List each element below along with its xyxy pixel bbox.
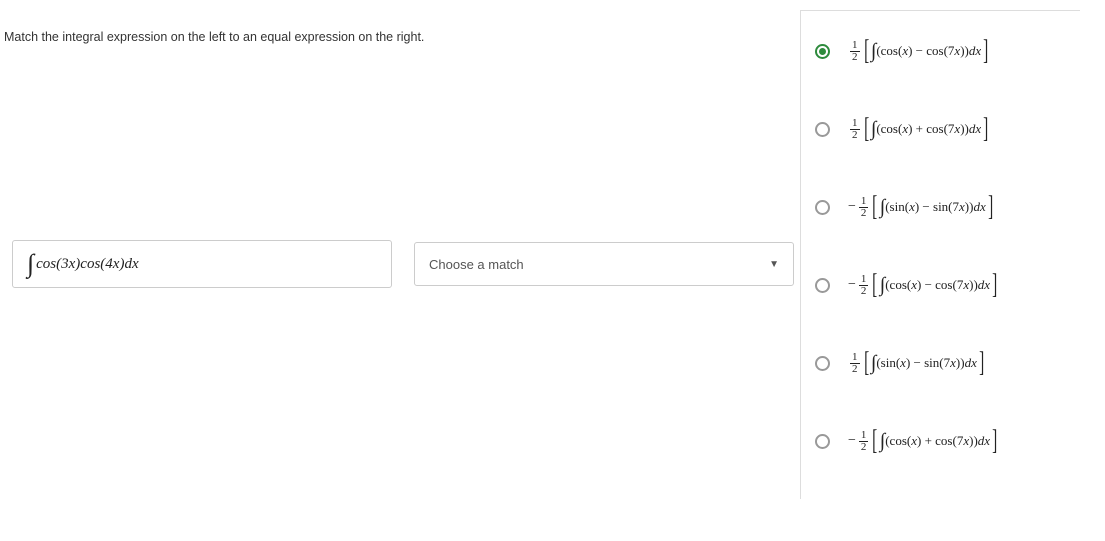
option-formula: − 12 [∫ (sin(x) − sin(7x))dx ] <box>848 196 995 219</box>
dropdown-placeholder: Choose a match <box>429 257 524 272</box>
match-dropdown[interactable]: Choose a match ▼ <box>414 242 794 286</box>
match-row: ∫ cos(3x)cos(4x)dx Choose a match ▼ <box>12 240 794 288</box>
option-formula: 12 [∫ (cos(x) + cos(7x))dx ] <box>848 118 990 141</box>
option-row[interactable]: 12 [∫ (sin(x) − sin(7x))dx ] <box>801 343 1080 383</box>
left-expression-text: cos(3x)cos(4x)dx <box>36 256 139 273</box>
integral-icon: ∫ <box>27 249 34 279</box>
option-row[interactable]: − 12 [∫ (cos(x) − cos(7x))dx ] <box>801 265 1080 305</box>
radio-icon[interactable] <box>815 200 830 215</box>
radio-icon[interactable] <box>815 434 830 449</box>
left-expression-box: ∫ cos(3x)cos(4x)dx <box>12 240 392 288</box>
option-formula: 12 [∫ (cos(x) − cos(7x))dx ] <box>848 40 990 63</box>
radio-icon[interactable] <box>815 122 830 137</box>
option-row[interactable]: 12 [∫ (cos(x) − cos(7x))dx ] <box>801 31 1080 71</box>
radio-icon[interactable] <box>815 44 830 59</box>
option-formula: − 12 [∫ (cos(x) + cos(7x))dx ] <box>848 430 999 453</box>
question-prompt: Match the integral expression on the lef… <box>4 30 424 44</box>
radio-icon[interactable] <box>815 356 830 371</box>
option-row[interactable]: − 12 [∫ (sin(x) − sin(7x))dx ] <box>801 187 1080 227</box>
options-panel: 12 [∫ (cos(x) − cos(7x))dx ] 12 [∫ (cos(… <box>800 10 1080 499</box>
option-formula: − 12 [∫ (cos(x) − cos(7x))dx ] <box>848 274 999 297</box>
option-row[interactable]: − 12 [∫ (cos(x) + cos(7x))dx ] <box>801 421 1080 461</box>
option-row[interactable]: 12 [∫ (cos(x) + cos(7x))dx ] <box>801 109 1080 149</box>
chevron-down-icon: ▼ <box>769 259 779 270</box>
radio-icon[interactable] <box>815 278 830 293</box>
option-formula: 12 [∫ (sin(x) − sin(7x))dx ] <box>848 352 986 375</box>
